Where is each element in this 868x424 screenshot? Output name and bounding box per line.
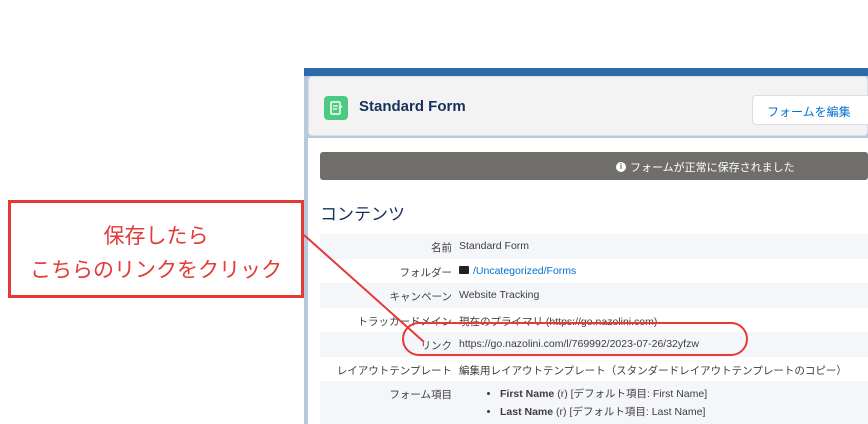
detail-label: レイアウトテンプレート bbox=[336, 364, 452, 377]
form-document-icon bbox=[324, 96, 348, 120]
form-field-item: First Name (r) [デフォルト項目: First Name] bbox=[500, 386, 707, 401]
field-name: First Name bbox=[500, 388, 555, 400]
campaign-link[interactable]: Website Tracking bbox=[459, 289, 539, 301]
annotation-line-1: 保存したら bbox=[103, 225, 209, 248]
annotation-line-2: こちらのリンクをクリック bbox=[30, 259, 282, 282]
info-icon: i bbox=[616, 162, 626, 172]
field-detail: (r) [デフォルト項目: Last Name] bbox=[556, 406, 706, 418]
success-toast: i フォームが正常に保存されました bbox=[320, 152, 868, 180]
salesforce-panel: Standard Form フォームを編集 i フォームが正常に保存されました … bbox=[304, 68, 868, 424]
detail-row-name: 名前 Standard Form bbox=[320, 234, 868, 259]
detail-value: Standard Form bbox=[459, 240, 530, 252]
section-title: コンテンツ bbox=[320, 205, 405, 224]
link-highlight-ellipse bbox=[402, 322, 748, 356]
form-field-item: Last Name (r) [デフォルト項目: Last Name] bbox=[500, 404, 707, 419]
record-title: Standard Form bbox=[359, 98, 466, 115]
detail-label: キャンペーン bbox=[389, 291, 452, 303]
detail-row-campaign: キャンペーン Website Tracking bbox=[320, 283, 868, 308]
detail-row-folder: フォルダー /Uncategorized/Forms bbox=[320, 259, 868, 284]
field-name: Last Name bbox=[500, 406, 554, 418]
detail-row-form-fields: フォーム項目 First Name (r) [デフォルト項目: First Na… bbox=[320, 381, 868, 424]
record-header: Standard Form フォームを編集 bbox=[308, 76, 868, 136]
top-band bbox=[304, 68, 868, 76]
annotation-callout: 保存したら こちらのリンクをクリック bbox=[8, 200, 304, 298]
detail-label: 名前 bbox=[431, 242, 452, 254]
toast-message: フォームが正常に保存されました bbox=[630, 162, 795, 174]
folder-icon bbox=[459, 265, 469, 274]
form-fields-list: First Name (r) [デフォルト項目: First Name] Las… bbox=[488, 386, 707, 422]
layout-template-link[interactable]: 編集用レイアウトテンプレート（スタンダードレイアウトテンプレートのコピー） bbox=[459, 363, 847, 378]
content-card: i フォームが正常に保存されました コンテンツ 名前 Standard Form… bbox=[308, 138, 868, 424]
detail-label: フォーム項目 bbox=[389, 389, 452, 401]
field-detail: (r) [デフォルト項目: First Name] bbox=[557, 388, 708, 400]
detail-label: フォルダー bbox=[399, 266, 453, 279]
edit-form-button[interactable]: フォームを編集 bbox=[752, 95, 868, 125]
detail-row-layout-template: レイアウトテンプレート 編集用レイアウトテンプレート（スタンダードレイアウトテン… bbox=[320, 357, 868, 382]
folder-link[interactable]: /Uncategorized/Forms bbox=[473, 265, 576, 277]
detail-value: /Uncategorized/Forms bbox=[459, 265, 576, 277]
